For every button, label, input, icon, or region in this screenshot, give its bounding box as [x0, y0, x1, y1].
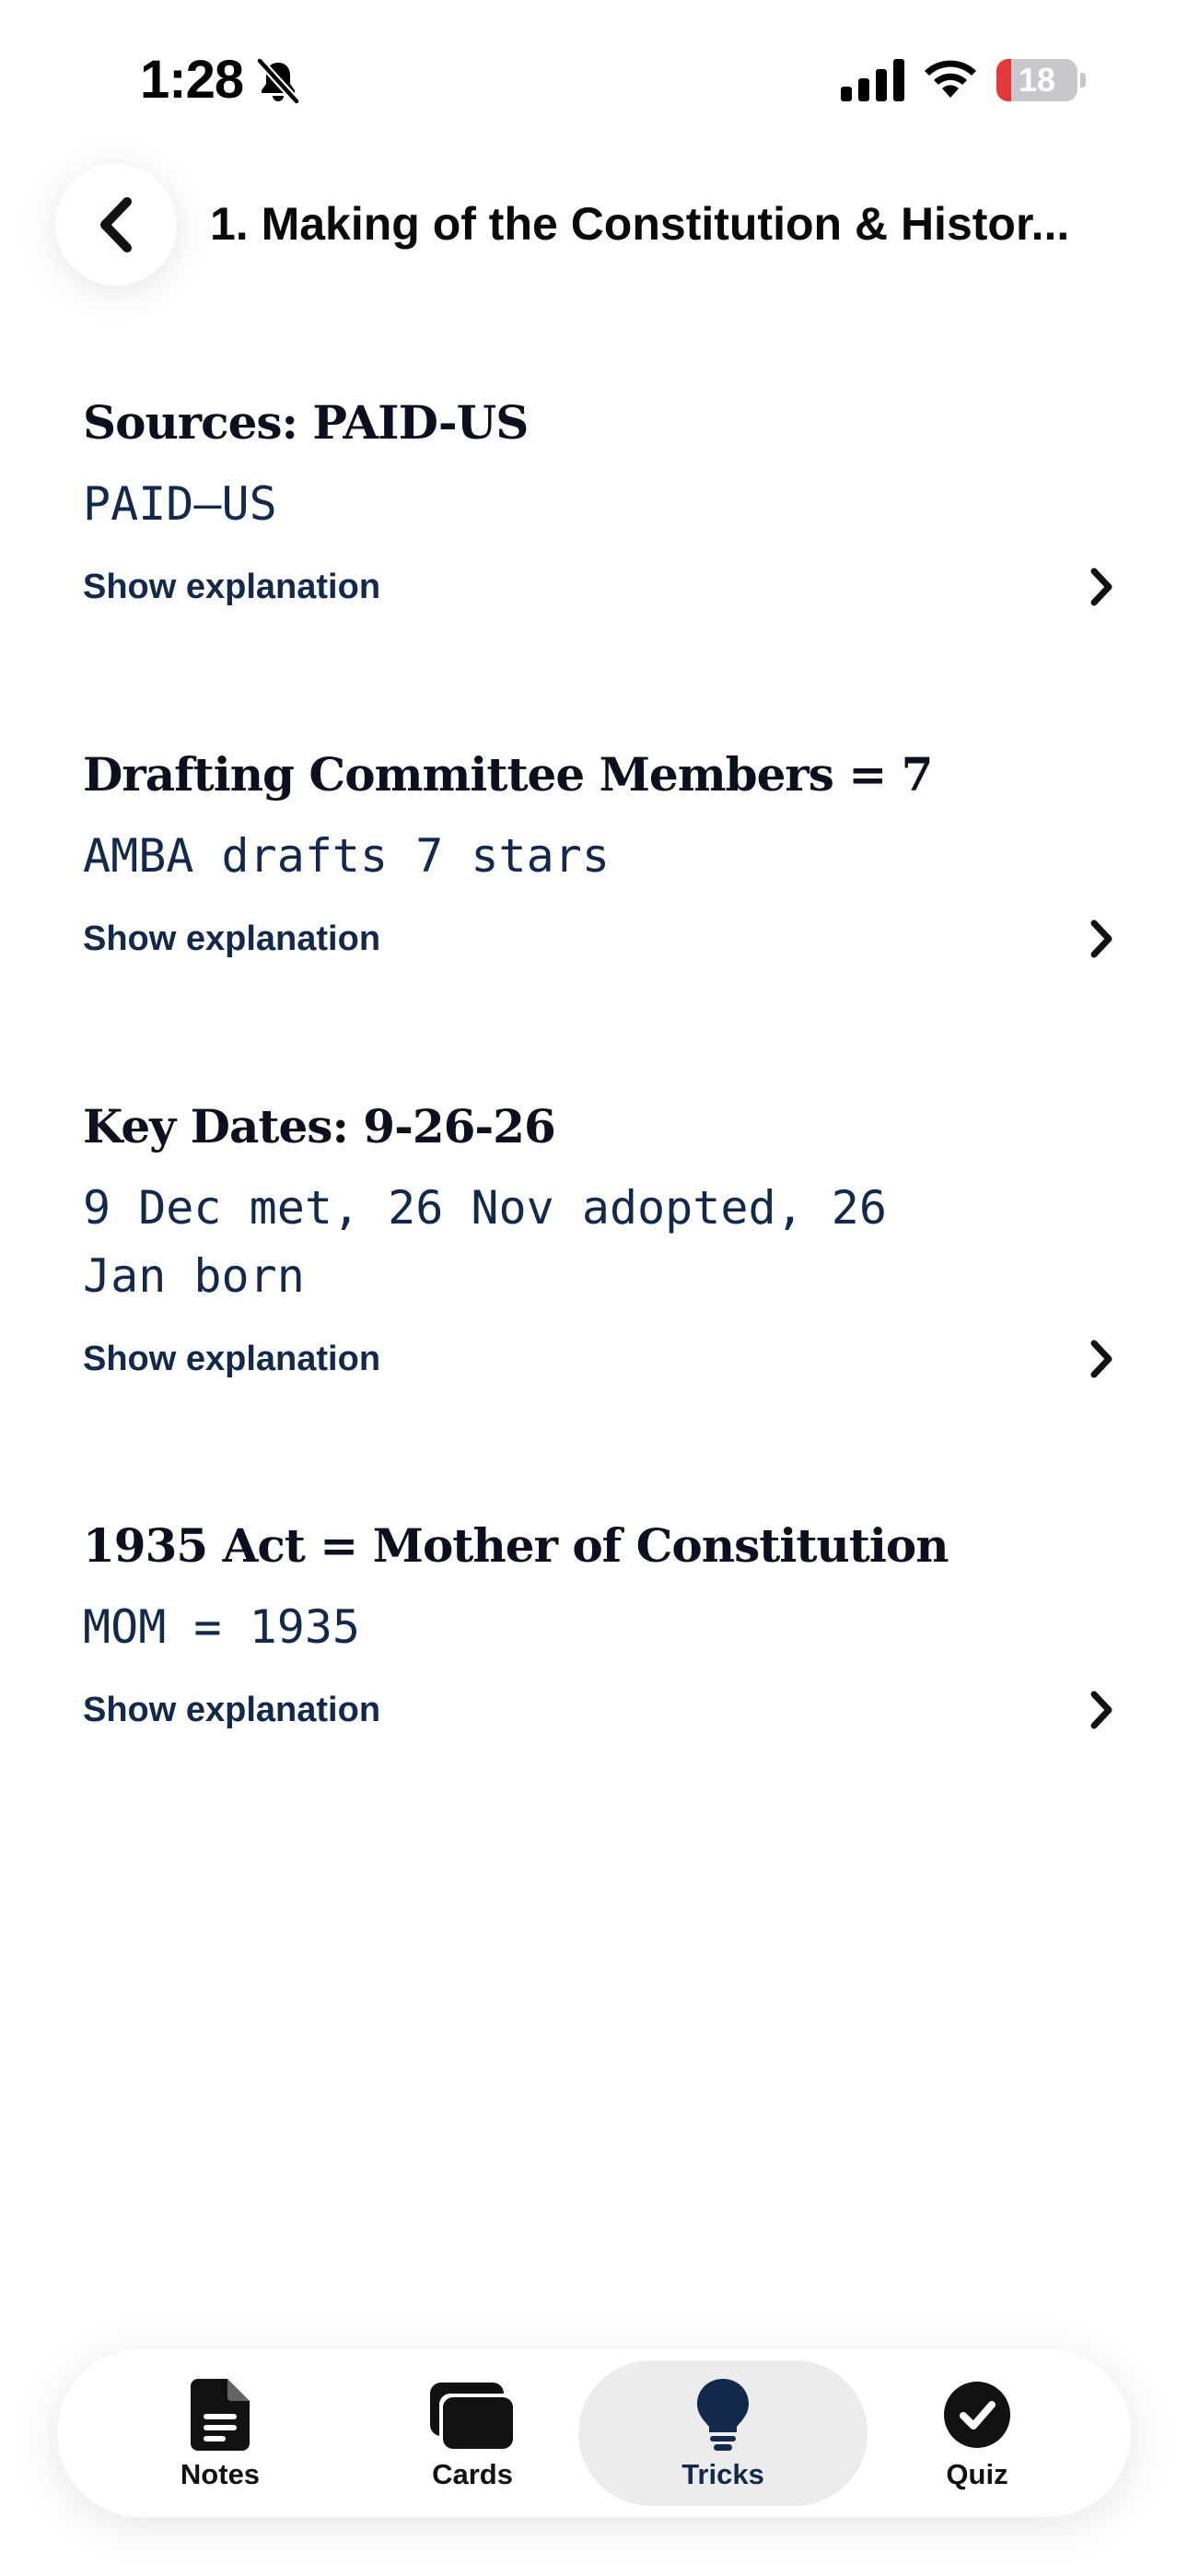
trick-title: Sources: PAID-US — [83, 395, 529, 450]
bottom-tab-bar: Notes Cards Tricks Quiz — [57, 2349, 1131, 2517]
show-explanation-label: Show explanation — [83, 568, 381, 606]
tab-label: Notes — [180, 2458, 261, 2490]
trick-title: Key Dates: 9-26-26 — [83, 1099, 556, 1153]
trick-title: Drafting Committee Members = 7 — [83, 747, 933, 802]
chevron-right-icon — [1090, 919, 1112, 958]
page-title: 1. Making of the Constitution & Histor..… — [210, 198, 1070, 250]
bell-slash-icon — [255, 57, 301, 105]
show-explanation-label: Show explanation — [83, 1340, 381, 1378]
chevron-right-icon — [1090, 1340, 1112, 1378]
show-explanation-button[interactable]: Show explanation — [83, 1678, 1114, 1742]
show-explanation-button[interactable]: Show explanation — [83, 907, 1114, 971]
battery-cap — [1080, 73, 1086, 88]
tab-label: Cards — [432, 2458, 513, 2490]
checkmark-circle-icon — [944, 2382, 1010, 2448]
trick-mnemonic: PAID–US — [83, 477, 277, 531]
tab-label: Quiz — [946, 2458, 1008, 2490]
back-button[interactable] — [55, 164, 177, 286]
tab-tricks[interactable]: Tricks — [578, 2360, 868, 2506]
tab-label: Tricks — [681, 2458, 764, 2490]
trick-card: Sources: PAID-US PAID–US Show explanatio… — [83, 391, 1114, 619]
cards-icon — [430, 2383, 515, 2449]
show-explanation-label: Show explanation — [83, 919, 381, 958]
cellular-signal-icon — [841, 59, 904, 101]
chevron-left-icon — [100, 197, 132, 252]
trick-mnemonic: 9 Dec met, 26 Nov adopted, 26 Jan born — [83, 1181, 887, 1303]
trick-title: 1935 Act = Mother of Constitution — [83, 1518, 949, 1573]
trick-card: Drafting Committee Members = 7 AMBA draf… — [83, 743, 1114, 971]
show-explanation-button[interactable]: Show explanation — [83, 555, 1114, 619]
lightbulb-icon — [697, 2379, 749, 2451]
chevron-right-icon — [1090, 1691, 1112, 1729]
document-icon — [191, 2379, 250, 2451]
chevron-right-icon — [1090, 568, 1112, 606]
battery-body: 18 — [996, 59, 1077, 101]
status-bar: 1:28 18 — [0, 0, 1188, 157]
trick-mnemonic: AMBA drafts 7 stars — [83, 829, 610, 883]
tab-quiz[interactable]: Quiz — [833, 2360, 1122, 2506]
trick-card: Key Dates: 9-26-26 9 Dec met, 26 Nov ado… — [83, 1095, 1114, 1391]
show-explanation-label: Show explanation — [83, 1691, 381, 1729]
show-explanation-button[interactable]: Show explanation — [83, 1327, 1114, 1391]
battery-icon: 18 — [996, 59, 1086, 101]
trick-card: 1935 Act = Mother of Constitution MOM = … — [83, 1514, 1114, 1742]
status-time: 1:28 — [140, 50, 244, 110]
battery-level: 18 — [1018, 61, 1056, 99]
tab-cards[interactable]: Cards — [328, 2360, 617, 2506]
trick-mnemonic: MOM = 1935 — [83, 1600, 361, 1654]
wifi-icon — [925, 60, 976, 98]
tab-notes[interactable]: Notes — [76, 2360, 365, 2506]
